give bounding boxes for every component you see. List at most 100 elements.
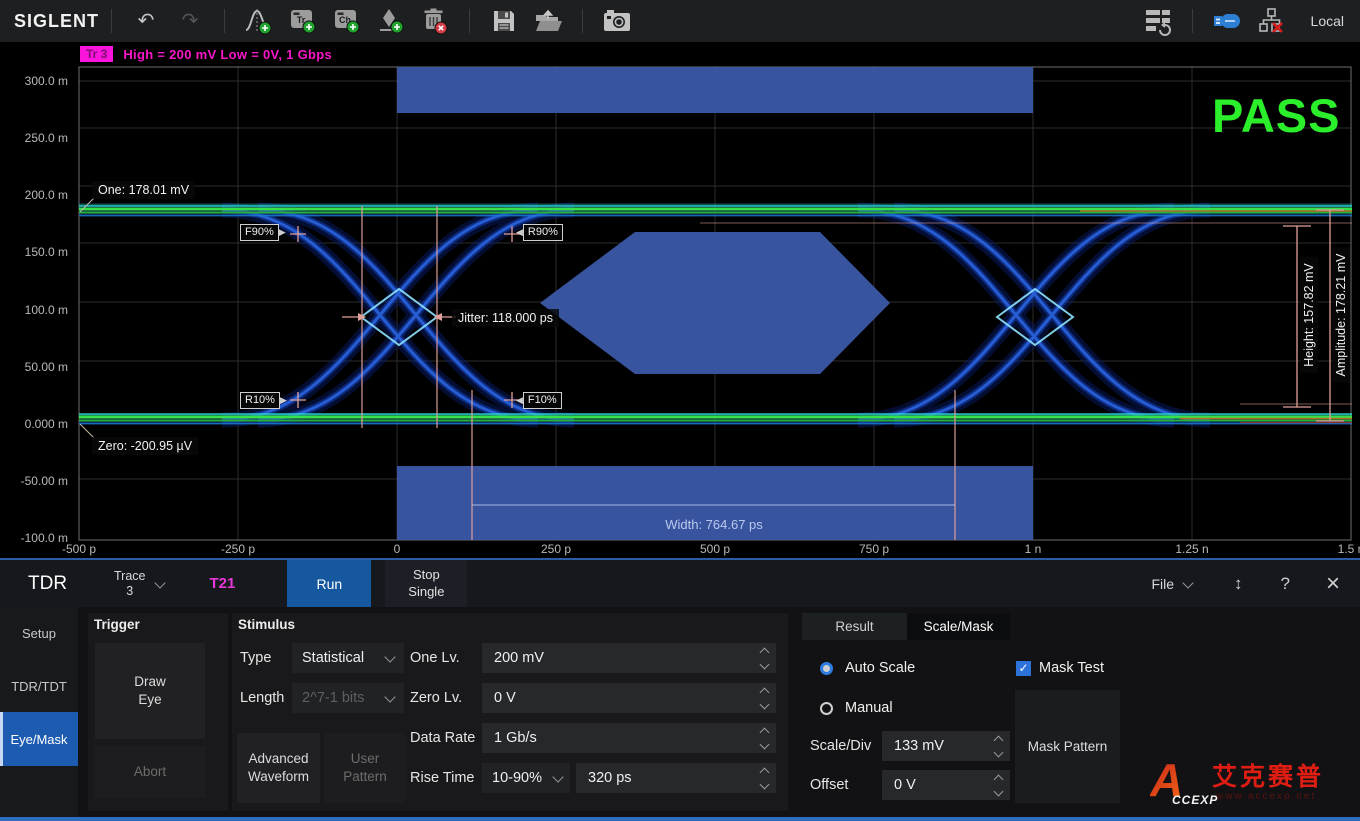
help-button[interactable]: ? xyxy=(1281,574,1290,594)
mask-pattern-button[interactable]: Mask Pattern xyxy=(1015,690,1120,803)
screenshot-button[interactable] xyxy=(600,5,634,37)
spinner-arrows[interactable] xyxy=(761,689,768,708)
undo-button[interactable]: ↶ xyxy=(129,5,163,37)
trace-selector-value: 3 xyxy=(126,584,133,598)
accexp-logo-text: CCEXP xyxy=(1172,793,1218,807)
checkbox-checked-icon: ✓ xyxy=(1016,661,1031,676)
panel-content: Setup TDR/TDT Eye/Mask Trigger Draw Eye … xyxy=(0,607,1360,817)
trigger-group: Trigger Draw Eye Abort xyxy=(88,613,228,811)
x-tick-label: -500 p xyxy=(49,542,109,558)
rise-range-dropdown[interactable]: 10-90% xyxy=(482,763,570,793)
tab-setup[interactable]: Setup xyxy=(0,610,78,656)
type-dropdown[interactable]: Statistical xyxy=(292,643,404,673)
auto-scale-radio[interactable]: Auto Scale xyxy=(820,660,915,676)
marker-arrow-left-icon: ◀ xyxy=(516,396,523,405)
run-button[interactable]: Run xyxy=(287,560,371,607)
trace-selector[interactable]: Trace 3 xyxy=(114,569,168,599)
add-waveform-button[interactable] xyxy=(242,5,276,37)
spinner-arrows[interactable] xyxy=(761,769,768,788)
offset-input[interactable]: 0 V xyxy=(882,770,1010,800)
spinner-arrows[interactable] xyxy=(995,737,1002,756)
close-button[interactable]: × xyxy=(1326,572,1340,596)
mask-top-region xyxy=(397,67,1033,113)
width-annotation: Width: 764.67 ps xyxy=(604,517,824,532)
separator xyxy=(111,9,112,33)
top-toolbar: SIGLENT ↶ ↷ Tr Ch xyxy=(0,0,1360,42)
file-menu[interactable]: File xyxy=(1151,576,1196,592)
mask-test-checkbox[interactable]: ✓ Mask Test xyxy=(1016,660,1104,676)
open-button[interactable] xyxy=(531,5,565,37)
marker-r10: R10%▶ xyxy=(240,392,287,409)
local-label[interactable]: Local xyxy=(1311,13,1344,29)
add-channel-button[interactable]: Ch xyxy=(330,5,364,37)
spinner-arrows[interactable] xyxy=(995,776,1002,795)
y-tick-label: 300.0 m xyxy=(0,73,68,89)
network-status-button[interactable] xyxy=(1254,5,1288,37)
usb-status-button[interactable] xyxy=(1210,5,1244,37)
chevron-down-icon xyxy=(552,771,563,782)
eye-diagram-plot: Tr 3 High = 200 mV Low = 0V, 1 Gbps xyxy=(0,42,1360,558)
marker-arrow-right-icon: ▶ xyxy=(280,396,287,405)
accexp-url: www.accexp.net xyxy=(1216,791,1316,802)
scale-mask-group: Result Scale/Mask Auto Scale Manual Scal… xyxy=(800,607,1150,817)
display-config-button[interactable] xyxy=(1141,5,1175,37)
scale-div-input[interactable]: 133 mV xyxy=(882,731,1010,761)
one-level-annotation: One: 178.01 mV xyxy=(92,181,195,199)
spinner-arrows[interactable] xyxy=(761,729,768,748)
separator xyxy=(469,9,470,33)
delete-button[interactable] xyxy=(418,5,452,37)
resize-panel-button[interactable]: ↕ xyxy=(1234,574,1243,594)
chevron-down-icon xyxy=(154,577,165,588)
separator xyxy=(582,9,583,33)
draw-eye-button[interactable]: Draw Eye xyxy=(95,643,205,739)
radio-selected-icon xyxy=(820,662,833,675)
mask-test-result: PASS xyxy=(1212,88,1341,143)
y-tick-label: 150.0 m xyxy=(0,244,68,260)
trace-badge[interactable]: Tr 3 xyxy=(80,46,113,62)
x-tick-label: 750 p xyxy=(844,542,904,558)
abort-button[interactable]: Abort xyxy=(95,746,205,798)
manual-radio[interactable]: Manual xyxy=(820,700,893,716)
add-trace-button[interactable]: Tr xyxy=(286,5,320,37)
length-dropdown[interactable]: 2^7-1 bits xyxy=(292,683,404,713)
data-rate-label: Data Rate xyxy=(410,723,475,753)
stop-single-button[interactable]: Stop Single xyxy=(385,560,467,607)
x-axis-labels: -500 p-250 p0250 p500 p750 p1 n1.25 n1.5… xyxy=(49,542,1360,558)
marker-arrow-left-icon: ◀ xyxy=(516,228,523,237)
y-tick-label: 0.000 m xyxy=(0,416,68,432)
network-error-icon xyxy=(1257,7,1285,35)
mask-center-hexagon xyxy=(540,232,890,374)
x-tick-label: 1.25 n xyxy=(1162,542,1222,558)
tab-scale-mask[interactable]: Scale/Mask xyxy=(907,613,1010,640)
one-level-input[interactable]: 200 mV xyxy=(482,643,776,673)
user-pattern-button[interactable]: User Pattern xyxy=(324,733,406,803)
tab-result[interactable]: Result xyxy=(802,613,907,640)
accexp-chinese-name: 艾克赛普 xyxy=(1212,757,1324,793)
rise-time-label: Rise Time xyxy=(410,763,474,793)
zero-level-input[interactable]: 0 V xyxy=(482,683,776,713)
trace-name[interactable]: T21 xyxy=(210,575,236,592)
screenshot-icon xyxy=(602,8,632,34)
redo-button[interactable]: ↷ xyxy=(173,5,207,37)
add-waveform-icon xyxy=(244,6,274,36)
radio-unselected-icon xyxy=(820,702,833,715)
y-axis-labels: 300.0 m250.0 m200.0 m150.0 m100.0 m50.00… xyxy=(0,73,68,546)
data-rate-input[interactable]: 1 Gb/s xyxy=(482,723,776,753)
y-tick-label: 200.0 m xyxy=(0,187,68,203)
stimulus-title: Stimulus xyxy=(238,617,295,632)
add-marker-button[interactable] xyxy=(374,5,408,37)
x-tick-label: 1 n xyxy=(1003,542,1063,558)
x-tick-label: 500 p xyxy=(685,542,745,558)
x-tick-label: 1.5 n xyxy=(1321,542,1360,558)
trigger-title: Trigger xyxy=(94,617,140,632)
left-tab-bar: Setup TDR/TDT Eye/Mask xyxy=(0,607,78,817)
spinner-arrows[interactable] xyxy=(761,649,768,668)
marker-arrow-right-icon: ▶ xyxy=(279,228,286,237)
rise-time-input[interactable]: 320 ps xyxy=(576,763,776,793)
advanced-waveform-button[interactable]: Advanced Waveform xyxy=(237,733,320,803)
tab-eye-mask[interactable]: Eye/Mask xyxy=(0,712,78,766)
add-channel-icon: Ch xyxy=(332,6,362,36)
marker-f10-label: F10% xyxy=(523,392,562,409)
tab-tdr-tdt[interactable]: TDR/TDT xyxy=(0,663,78,709)
save-button[interactable] xyxy=(487,5,521,37)
